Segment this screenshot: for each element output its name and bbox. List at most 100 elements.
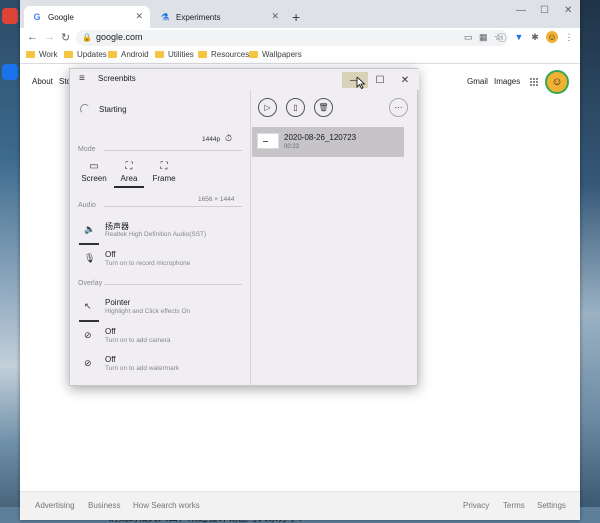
lock-icon: 🔒 [82, 33, 92, 42]
apps-grid-icon[interactable] [530, 78, 539, 87]
bookmark-folder[interactable]: Android [108, 50, 149, 59]
folder-icon [108, 51, 117, 58]
app-title: Screenbits [98, 74, 136, 83]
overlay-camera-option[interactable]: ⊘ Off Turn on to add camera [79, 327, 249, 351]
play-button[interactable]: ▷ [258, 98, 277, 117]
timer-icon[interactable]: ⏱ [225, 133, 232, 144]
close-tab-icon[interactable]: ✕ [135, 11, 143, 22]
extension-info-icon[interactable]: ⓘ [496, 31, 508, 43]
about-link[interactable]: About [32, 77, 53, 86]
desktop-left [0, 0, 20, 523]
delete-button[interactable]: 🗑 [314, 98, 333, 117]
new-tab-icon[interactable]: + [292, 9, 300, 25]
resolution-value[interactable]: 1444p [202, 136, 220, 143]
overlay-section-label: Overlay [78, 280, 103, 287]
screenbits-window: ≡ Screenbits — ☐ ✕ Starting 1444p ⏱ Mode… [69, 68, 419, 386]
audio-speaker-option[interactable]: 🔈 扬声器 Realtek High Definition Audio(SST) [79, 221, 249, 245]
bookmark-folder[interactable]: Utilities [155, 50, 194, 59]
images-link[interactable]: Images [494, 77, 520, 86]
more-options-button[interactable]: ⋯ [389, 98, 408, 117]
tab-strip: G Google ✕ ⚗ Experiments ✕ + — ☐ ✕ [20, 0, 580, 28]
recordings-pane: ▷ ▯ 🗑 ⋯ 2020-08-26_120723 00:23 [251, 90, 418, 386]
bookmark-folder[interactable]: Wallpapers [249, 50, 302, 59]
active-indicator [79, 243, 99, 245]
business-link[interactable]: Business [88, 501, 120, 510]
qr-icon[interactable]: ▦ [479, 32, 488, 43]
recording-name: 2020-08-26_120723 [284, 133, 357, 142]
minimize-icon[interactable]: — [516, 5, 526, 16]
extensions-puzzle-icon[interactable]: ✱ [529, 31, 541, 43]
active-indicator [79, 320, 99, 322]
how-search-works-link[interactable]: How Search works [133, 501, 200, 510]
extension-v-icon[interactable]: ▼ [513, 31, 525, 43]
section-divider [104, 206, 242, 207]
menu-kebab-icon[interactable]: ⋮ [563, 31, 575, 43]
camera-off-icon: ⊘ [84, 330, 92, 340]
tab-google[interactable]: G Google ✕ [24, 6, 150, 28]
open-file-button[interactable]: ▯ [286, 98, 305, 117]
bookmark-folder[interactable]: Resources [198, 50, 249, 59]
screenbits-titlebar: ≡ Screenbits — ☐ ✕ [70, 69, 419, 90]
profile-avatar-icon[interactable]: ☺ [546, 31, 558, 43]
area-dimensions: 1656 × 1444 [198, 196, 235, 203]
advertising-link[interactable]: Advertising [35, 501, 75, 510]
folder-icon [155, 51, 164, 58]
watermark-off-icon: ⊘ [84, 358, 92, 368]
hamburger-menu-icon[interactable]: ≡ [79, 73, 85, 84]
monitor-icon: ▭ [89, 161, 99, 172]
folder-icon [26, 51, 35, 58]
recording-status[interactable]: Starting [80, 104, 127, 114]
tab-experiments[interactable]: ⚗ Experiments ✕ [152, 6, 286, 28]
close-tab-icon[interactable]: ✕ [271, 11, 279, 22]
speaker-icon: 🔈 [84, 224, 96, 234]
mode-screen[interactable]: ▭ Screen [77, 161, 111, 183]
close-window-icon[interactable]: ✕ [564, 5, 572, 16]
bookmarks-bar: Work Updates Android Utilities Resources… [20, 48, 580, 64]
address-bar[interactable]: 🔒 google.com ▭ ▦ ☆ [76, 30, 508, 46]
loading-spinner-icon [80, 104, 90, 114]
back-icon[interactable]: ← [27, 31, 38, 43]
microphone-icon: 🎙 [84, 253, 96, 263]
settings-link[interactable]: Settings [537, 501, 566, 510]
recording-list-item[interactable]: 2020-08-26_120723 00:23 [252, 127, 404, 157]
frame-icon: ⛶ [160, 161, 168, 172]
install-icon[interactable]: ▭ [464, 32, 473, 43]
reload-icon[interactable]: ↻ [61, 31, 70, 44]
audio-microphone-option[interactable]: 🎙 Off Turn on to record microphone [79, 250, 249, 274]
google-footer: Advertising Business How Search works Pr… [20, 491, 580, 520]
settings-pane: Starting 1444p ⏱ Mode ▭ Screen ⛶ Area ⛶ … [70, 90, 250, 386]
pointer-icon: ↖ [84, 301, 92, 311]
privacy-link[interactable]: Privacy [463, 501, 489, 510]
folder-icon [198, 51, 207, 58]
terms-link[interactable]: Terms [503, 501, 525, 510]
mode-section-label: Mode [78, 146, 96, 153]
close-icon[interactable]: ✕ [392, 72, 418, 88]
recording-duration: 00:23 [284, 144, 300, 150]
forward-icon[interactable]: → [44, 31, 55, 43]
dock-app-icon[interactable] [2, 64, 18, 80]
tab-title: Experiments [176, 12, 221, 22]
mouse-cursor-icon [356, 77, 366, 89]
audio-section-label: Audio [78, 202, 96, 209]
mode-frame[interactable]: ⛶ Frame [147, 161, 181, 183]
mode-area[interactable]: ⛶ Area [112, 161, 146, 188]
tab-title: Google [48, 12, 74, 22]
desktop-right [580, 0, 600, 523]
gmail-link[interactable]: Gmail [467, 77, 488, 86]
overlay-pointer-option[interactable]: ↖ Pointer Highlight and Click effects On [79, 298, 249, 322]
area-select-icon: ⛶ [125, 161, 133, 172]
bookmark-folder[interactable]: Updates [64, 50, 107, 59]
avatar[interactable]: ☺ [545, 70, 569, 94]
bookmark-folder[interactable]: Work [26, 50, 58, 59]
maximize-icon[interactable]: ☐ [540, 5, 549, 16]
recording-thumbnail [257, 133, 279, 149]
folder-icon [249, 51, 258, 58]
url-text: google.com [96, 32, 143, 42]
flask-icon: ⚗ [160, 11, 170, 22]
google-g-icon: G [33, 12, 41, 22]
status-text: Starting [99, 104, 127, 114]
section-divider [104, 150, 242, 151]
overlay-watermark-option[interactable]: ⊘ Off Turn on to add watermark [79, 355, 249, 379]
maximize-icon[interactable]: ☐ [367, 72, 393, 88]
dock-app-icon[interactable] [2, 8, 18, 24]
